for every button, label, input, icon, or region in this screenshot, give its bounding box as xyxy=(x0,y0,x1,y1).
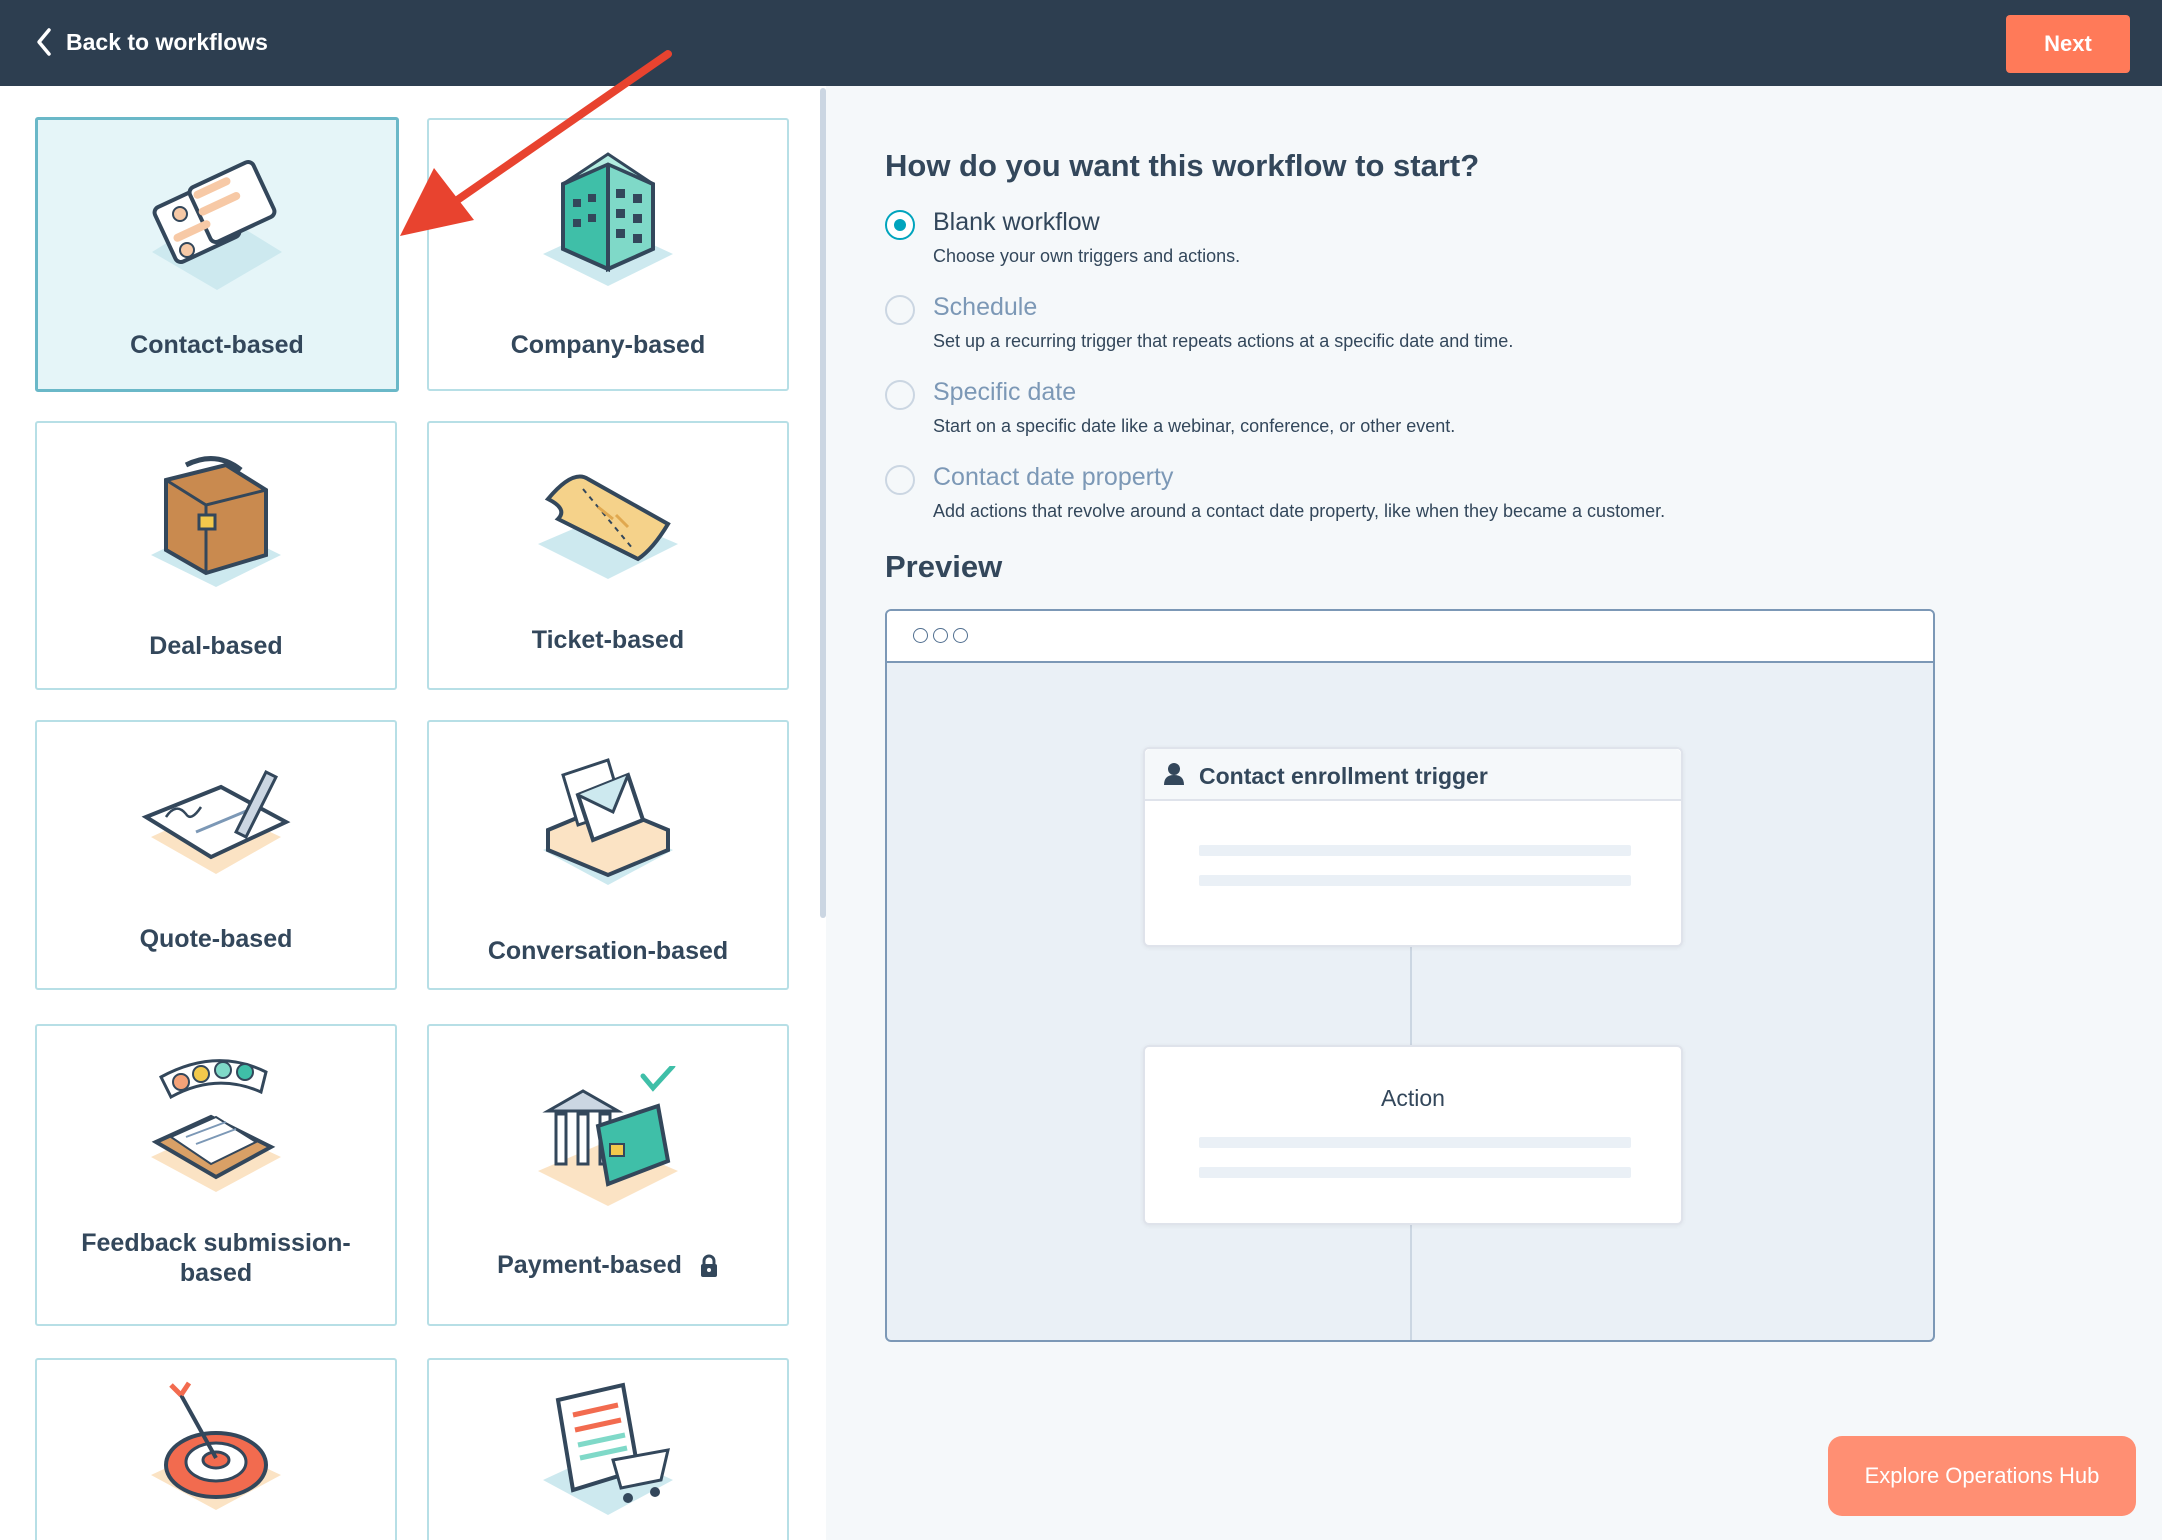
feedback-survey-icon xyxy=(151,1059,281,1192)
contact-person-icon xyxy=(1164,763,1184,785)
card-label: Quote-based xyxy=(139,925,293,953)
radio-button[interactable] xyxy=(885,380,915,410)
card-label: Contact-based xyxy=(130,331,304,359)
preview-window: Contact enrollment trigger Action xyxy=(885,609,1935,1342)
bank-card-icon xyxy=(538,1066,678,1206)
object-type-panel: Contact-based Company-based Deal-based T… xyxy=(0,86,826,1540)
card-label: Deal-based xyxy=(149,632,283,660)
card-label-line1: Feedback submission- xyxy=(81,1229,351,1257)
explore-operations-hub-button[interactable]: Explore Operations Hub xyxy=(1828,1436,2136,1516)
card-contact-based[interactable]: Contact-based xyxy=(35,117,399,392)
card-label-text: Payment-based xyxy=(497,1251,682,1279)
inbox-mail-icon xyxy=(543,758,673,885)
card-conversation-based[interactable]: Conversation-based xyxy=(427,720,789,990)
chevron-left-icon xyxy=(37,28,51,56)
option-title: Specific date xyxy=(933,378,1077,406)
card-label: Ticket-based xyxy=(531,626,685,654)
card-quote-based[interactable]: Quote-based xyxy=(35,720,397,990)
radio-button[interactable] xyxy=(885,210,915,240)
card-deal-based[interactable]: Deal-based xyxy=(35,421,397,690)
card-label: Payment-based xyxy=(429,1250,787,1280)
lock-icon xyxy=(700,1254,717,1278)
placeholder-line xyxy=(1199,845,1631,856)
radio-button[interactable] xyxy=(885,465,915,495)
next-button[interactable]: Next xyxy=(2006,15,2130,73)
option-description: Start on a specific date like a webinar,… xyxy=(933,416,1456,436)
option-description: Choose your own triggers and actions. xyxy=(933,246,1241,266)
card-label: Conversation-based xyxy=(487,937,729,965)
enrollment-trigger-node: Contact enrollment trigger xyxy=(1143,747,1683,947)
card-payment-based[interactable]: Payment-based xyxy=(427,1024,789,1326)
option-title: Schedule xyxy=(933,293,1038,321)
briefcase-icon xyxy=(151,456,281,587)
card-ticket-based[interactable]: Ticket-based xyxy=(427,421,789,690)
action-label: Action xyxy=(1381,1085,1445,1111)
back-to-workflows-link[interactable]: Back to workflows xyxy=(34,26,268,58)
card-feedback-submission-based[interactable]: Feedback submission- based xyxy=(35,1024,397,1326)
window-dot xyxy=(953,628,968,643)
annotation-arrow xyxy=(400,50,672,236)
option-description: Set up a recurring trigger that repeats … xyxy=(933,331,1514,351)
ticket-icon xyxy=(538,474,678,579)
placeholder-line xyxy=(1199,875,1631,886)
option-title: Blank workflow xyxy=(933,208,1100,236)
signed-document-icon xyxy=(141,769,291,874)
option-description: Add actions that revolve around a contac… xyxy=(933,501,1666,521)
window-dot xyxy=(913,628,928,643)
action-node: Action xyxy=(1143,1045,1683,1225)
card-order-based[interactable] xyxy=(427,1358,789,1540)
panel-scrollbar[interactable] xyxy=(820,88,826,918)
radio-button[interactable] xyxy=(885,295,915,325)
placeholder-line xyxy=(1199,1167,1631,1178)
card-goal-based[interactable] xyxy=(35,1358,397,1540)
invoice-cart-icon xyxy=(543,1382,673,1515)
card-label-line2: based xyxy=(179,1259,253,1287)
option-title: Contact date property xyxy=(933,463,1174,491)
trigger-header: Contact enrollment trigger xyxy=(1145,749,1681,801)
window-dot xyxy=(933,628,948,643)
top-bar: Back to workflows Next xyxy=(0,0,2162,86)
browser-toolbar xyxy=(887,611,1933,663)
preview-heading: Preview xyxy=(885,549,1003,584)
trigger-label: Contact enrollment trigger xyxy=(1199,763,1488,789)
card-label: Company-based xyxy=(510,331,706,359)
placeholder-line xyxy=(1199,1137,1631,1148)
target-icon xyxy=(151,1381,281,1510)
start-question-heading: How do you want this workflow to start? xyxy=(885,148,1480,183)
contact-cards-icon xyxy=(152,159,282,290)
back-label: Back to workflows xyxy=(66,28,268,55)
